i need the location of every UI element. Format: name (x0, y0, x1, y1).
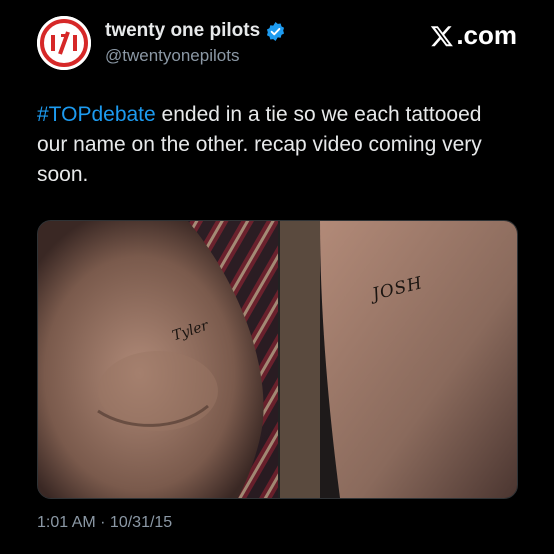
hashtag-link[interactable]: #TOPdebate (37, 103, 156, 126)
tweet-text: #TOPdebate ended in a tie so we each tat… (37, 100, 517, 190)
site-label: .com (456, 20, 517, 50)
twenty-one-pilots-logo-icon (37, 16, 91, 70)
media-photo-right[interactable]: JOSH (278, 221, 517, 498)
user-handle[interactable]: @twentyonepilots (105, 46, 239, 66)
name-row: twenty one pilots (105, 20, 285, 42)
knee-photo-graphic (38, 221, 278, 498)
display-name[interactable]: twenty one pilots (105, 20, 260, 42)
x-com-brand: .com (430, 20, 517, 51)
verified-badge-icon (266, 21, 285, 41)
tweet-timestamp[interactable]: 1:01 AM · 10/31/15 (37, 514, 172, 532)
media-photo-left[interactable]: Tyler (38, 221, 278, 498)
avatar[interactable] (37, 16, 91, 70)
x-logo-icon (431, 25, 454, 46)
tweet-media[interactable]: Tyler JOSH (37, 220, 518, 499)
leg-photo-graphic (280, 221, 517, 498)
tweet-header: twenty one pilots @twentyonepilots .com (37, 16, 517, 72)
